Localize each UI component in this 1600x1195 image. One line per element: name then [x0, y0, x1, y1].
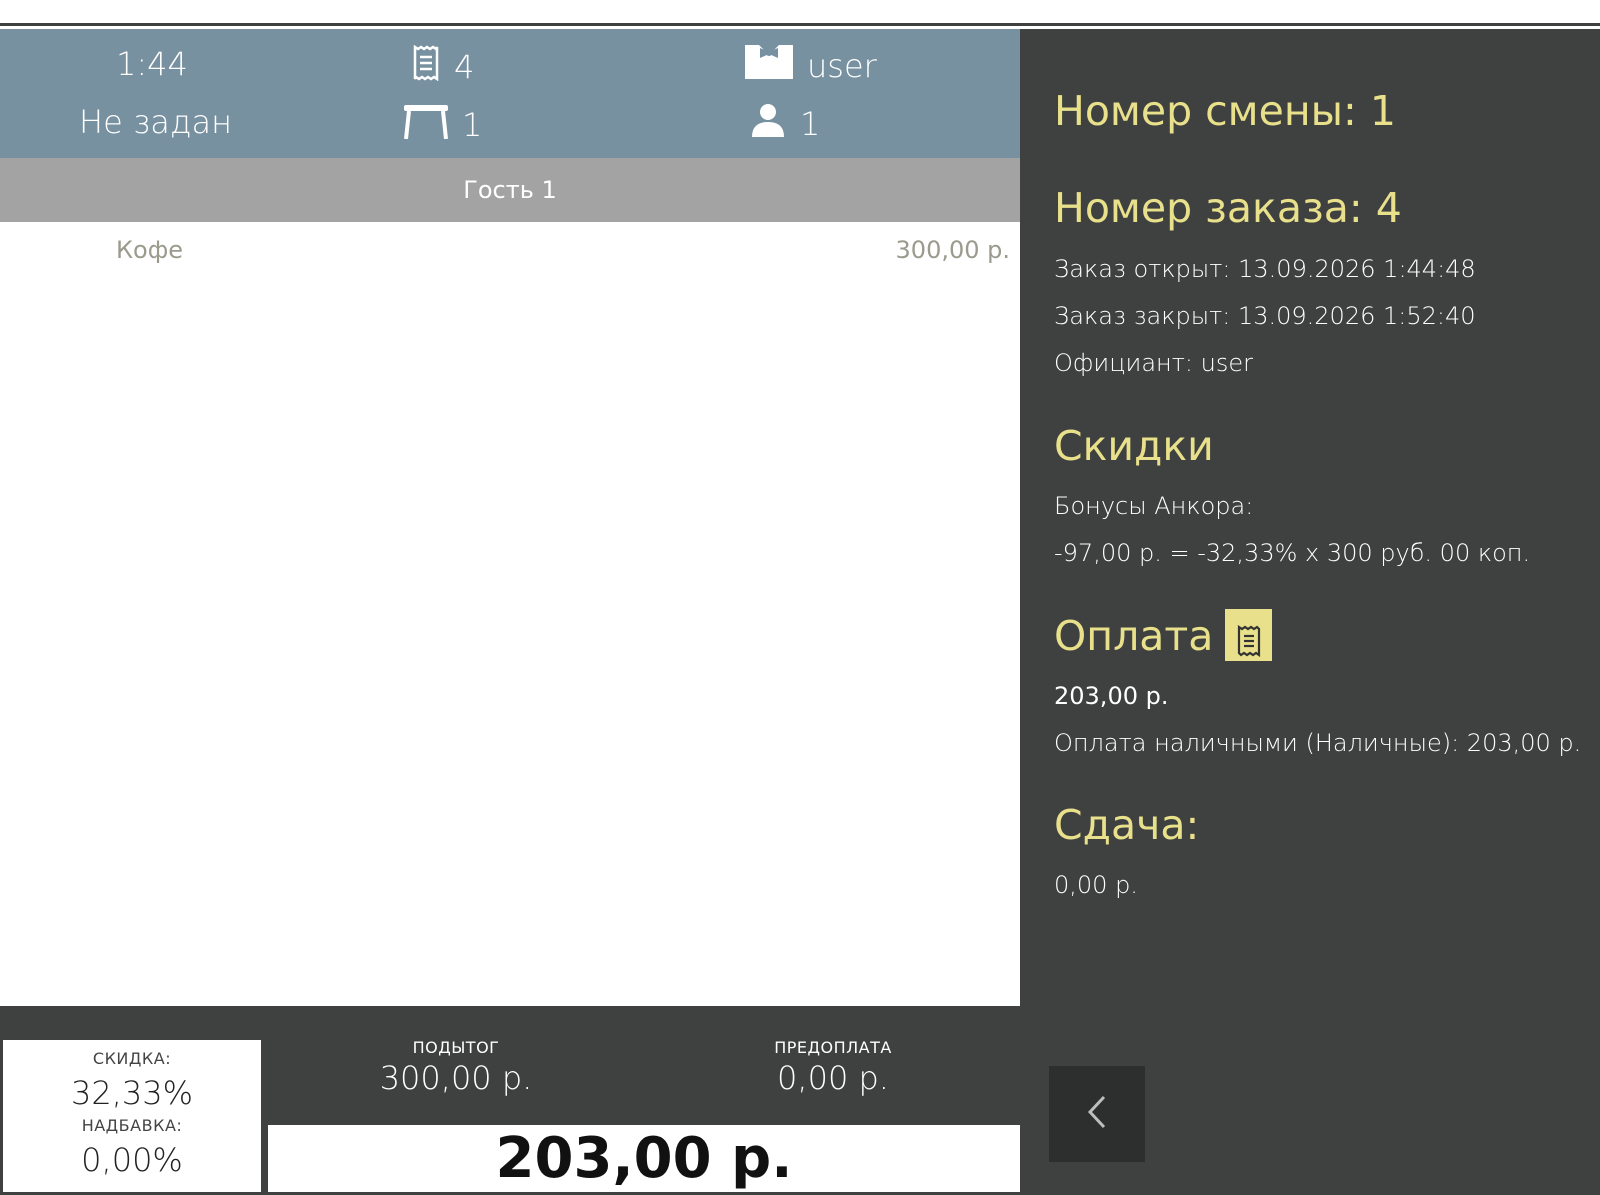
subtotal-label: ПОДЫТОГ [412, 1038, 500, 1057]
discount-box[interactable]: СКИДКА: 32,33% НАДБАВКА: 0,00% [3, 1040, 261, 1192]
subtotal-value: 300,00 р. [379, 1059, 533, 1097]
top-strip [0, 0, 1600, 26]
receipt-icon [412, 44, 440, 89]
markup-label: НАДБАВКА: [81, 1116, 183, 1135]
order-details-panel: Номер смены: 1 Номер заказа: 4 Заказ отк… [1020, 29, 1600, 1195]
order-count: 4 [412, 44, 475, 89]
subtotal: ПОДЫТОГ 300,00 р. [326, 1038, 586, 1097]
payment-line: Оплата наличными (Наличные): 203,00 р. [1054, 729, 1582, 757]
order-header: 1:44 4 user Не задан 1 1 [0, 29, 1020, 158]
markup-value: 0,00% [81, 1141, 183, 1179]
order-summary: СКИДКА: 32,33% НАДБАВКА: 0,00% ПОДЫТОГ 3… [0, 1006, 1020, 1195]
payment-title: Оплата [1054, 612, 1214, 660]
order-closed: Заказ закрыт: 13.09.2026 1:52:40 [1054, 302, 1476, 330]
item-price: 300,00 р. [895, 236, 1010, 264]
order-number: Номер заказа: 4 [1054, 184, 1402, 232]
discounts-title: Скидки [1054, 422, 1214, 470]
clock: 1:44 [116, 45, 188, 83]
table-number: 1 [404, 103, 482, 147]
shift-number: Номер смены: 1 [1054, 87, 1396, 135]
clock-time: 1:44 [116, 45, 188, 83]
chevron-left-icon [1087, 1095, 1107, 1133]
change-title: Сдача: [1054, 801, 1200, 849]
back-button[interactable] [1049, 1066, 1145, 1162]
guest-count-value: 1 [800, 105, 821, 143]
table-number-value: 1 [462, 106, 483, 144]
waiter: user [745, 45, 877, 87]
receipt-button[interactable] [1225, 609, 1273, 661]
bowtie-icon [745, 45, 793, 87]
tab-guest[interactable]: Гость 1 [0, 158, 1020, 222]
prepayment: ПРЕДОПЛАТА 0,00 р. [703, 1038, 963, 1097]
order-count-value: 4 [454, 48, 475, 86]
order-opened: Заказ открыт: 13.09.2026 1:44:48 [1054, 255, 1476, 283]
status-text: Не задан [79, 103, 233, 141]
waiter-info: Официант: user [1054, 349, 1253, 377]
discount-formula: -97,00 р. = -32,33% x 300 руб. 00 коп. [1054, 539, 1531, 567]
receipt-icon [1237, 619, 1261, 667]
order-panel: 1:44 4 user Не задан 1 1 Гость 1 Кофе 30… [0, 29, 1020, 1195]
list-item[interactable]: Кофе 300,00 р. [0, 236, 1020, 276]
payment-total: 203,00 р. [1054, 682, 1169, 710]
discount-label: СКИДКА: [92, 1049, 172, 1068]
status: Не задан [79, 103, 232, 141]
change-value: 0,00 р. [1054, 871, 1138, 899]
total-amount: 203,00 р. [268, 1125, 1020, 1192]
payment-title-row: Оплата [1054, 609, 1273, 665]
person-icon [750, 103, 786, 145]
guest-count: 1 [750, 103, 820, 145]
waiter-name: user [807, 47, 877, 85]
order-items: Кофе 300,00 р. [0, 222, 1020, 1006]
discount-name: Бонусы Анкора: [1054, 492, 1254, 520]
table-icon [404, 103, 448, 147]
item-name: Кофе [116, 236, 184, 264]
prepayment-label: ПРЕДОПЛАТА [774, 1038, 892, 1057]
prepayment-value: 0,00 р. [777, 1059, 889, 1097]
discount-value: 32,33% [70, 1074, 193, 1112]
